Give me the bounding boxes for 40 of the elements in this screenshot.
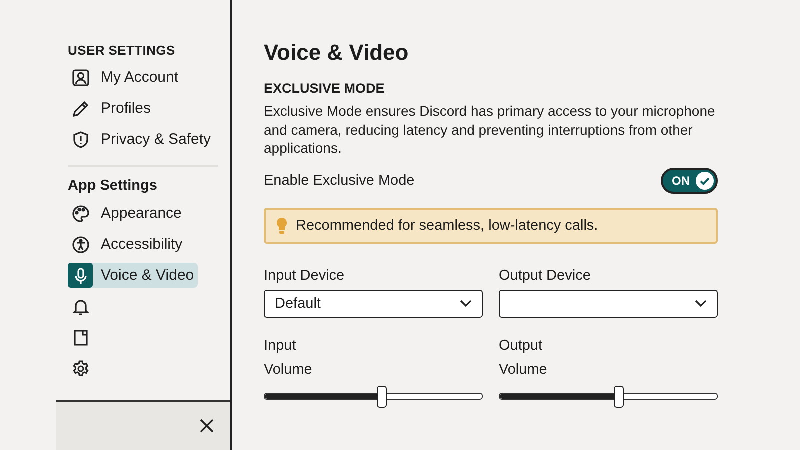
- section-heading: USER SETTINGS: [68, 43, 176, 58]
- volume-label: Volume: [499, 360, 548, 380]
- sidebar-item[interactable]: My Account: [68, 62, 218, 93]
- shield-icon: [72, 130, 90, 148]
- settings-icon: [72, 360, 90, 378]
- toggle-switch[interactable]: ON: [661, 168, 718, 194]
- sidebar-item[interactable]: Voice & Video: [68, 263, 198, 288]
- device-label: Input Device: [264, 268, 345, 284]
- device-dropdown[interactable]: Default: [264, 290, 483, 318]
- page-title: Voice & Video: [264, 40, 409, 66]
- slider-thumb[interactable]: [614, 386, 624, 408]
- sidebar-item[interactable]: Appearance: [68, 198, 218, 229]
- sidebar-item[interactable]: Accessibility: [68, 229, 218, 260]
- volume-label: Input: [264, 336, 296, 356]
- volume-slider[interactable]: [499, 386, 718, 408]
- description-text: Exclusive Mode ensures Discord has primary access to your microphone and camera, reducing latency and preventing interruptions from other applications.: [264, 102, 716, 158]
- accessibility-icon: [72, 236, 90, 254]
- volume-slider[interactable]: [264, 386, 483, 408]
- close-icon: [200, 419, 214, 433]
- check-icon: [696, 172, 714, 190]
- sidebar-item[interactable]: Privacy & Safety: [68, 124, 218, 155]
- chevron-down-icon: [695, 300, 707, 308]
- sidebar-item[interactable]: Profiles: [68, 93, 218, 124]
- lightbulb-icon: [276, 216, 288, 234]
- device-label: Output Device: [499, 268, 591, 284]
- chevron-down-icon: [460, 300, 472, 308]
- palette-icon: [72, 204, 90, 222]
- bell-icon: [72, 298, 90, 316]
- section-heading: EXCLUSIVE MODE: [264, 81, 385, 96]
- section-heading: App Settings: [68, 178, 158, 194]
- user-icon: [72, 68, 90, 86]
- tip-text: Recommended for seamless, low-latency calls.: [296, 218, 598, 234]
- toggle-label: Enable Exclusive Mode: [264, 172, 415, 188]
- pencil-icon: [72, 100, 90, 118]
- device-dropdown[interactable]: [499, 290, 718, 318]
- slider-thumb[interactable]: [377, 386, 388, 408]
- volume-label: Volume: [264, 360, 312, 380]
- note-icon: [72, 328, 90, 346]
- volume-label: Output: [499, 336, 543, 356]
- close-button[interactable]: [200, 419, 214, 433]
